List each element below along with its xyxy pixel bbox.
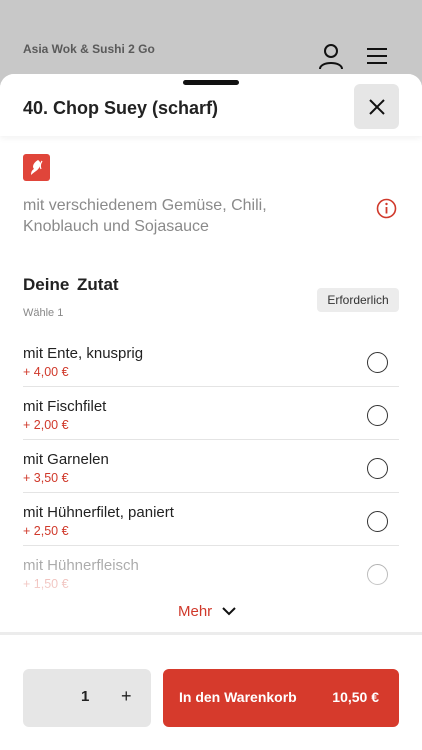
chevron-down-icon xyxy=(222,607,236,616)
list-item[interactable]: mit Garnelen + 3,50 € xyxy=(23,440,399,493)
required-badge: Erforderlich xyxy=(317,288,399,312)
option-name: mit Garnelen xyxy=(23,451,109,468)
dish-title: 40. Chop Suey (scharf) xyxy=(23,98,219,118)
divider xyxy=(0,632,422,646)
option-name: mit Fischfilet xyxy=(23,398,107,415)
list-item[interactable]: mit Fischfilet + 2,00 € xyxy=(23,387,399,440)
cart-total-price: 10,50 € xyxy=(332,689,379,705)
show-more-button[interactable]: Mehr xyxy=(178,603,236,620)
menu-icon[interactable] xyxy=(364,46,390,66)
sheet-grabber[interactable] xyxy=(183,80,239,85)
radio-button[interactable] xyxy=(367,511,388,532)
increase-quantity-button[interactable]: + xyxy=(121,686,132,707)
add-to-cart-button[interactable]: In den Warenkorb 10,50 € xyxy=(163,669,399,727)
list-item[interactable]: mit Hühnerfleisch + 1,50 € xyxy=(23,546,399,599)
option-price: + 2,00 € xyxy=(23,418,69,432)
spicy-badge xyxy=(23,154,50,181)
close-icon xyxy=(368,98,385,115)
user-icon[interactable] xyxy=(318,42,344,70)
footer-bar: 1 + In den Warenkorb 10,50 € xyxy=(0,659,422,750)
radio-button[interactable] xyxy=(367,458,388,479)
quantity-value: 1 xyxy=(81,688,90,705)
quantity-stepper[interactable]: 1 + xyxy=(23,669,151,727)
option-price: + 3,50 € xyxy=(23,471,69,485)
list-item[interactable]: mit Hühnerfilet, paniert + 2,50 € xyxy=(23,493,399,546)
option-price: + 4,00 € xyxy=(23,365,69,379)
option-group-title: Deine Zutat xyxy=(23,275,119,294)
list-item[interactable]: mit Ente, knusprig + 4,00 € xyxy=(23,334,399,387)
options-list: mit Ente, knusprig + 4,00 € mit Fischfil… xyxy=(23,334,399,600)
radio-button[interactable] xyxy=(367,564,388,585)
close-button[interactable] xyxy=(354,84,399,129)
option-name: mit Ente, knusprig xyxy=(23,345,144,362)
info-icon[interactable] xyxy=(376,198,397,219)
show-more-label: Mehr xyxy=(178,603,213,620)
restaurant-name: Asia Wok & Sushi 2 Go xyxy=(23,42,155,56)
option-name: mit Hühnerfleisch xyxy=(23,557,139,574)
add-to-cart-label: In den Warenkorb xyxy=(179,689,297,705)
dish-description: mit verschiedenem Gemüse, Chili, Knoblau… xyxy=(23,197,267,235)
radio-button[interactable] xyxy=(367,352,388,373)
radio-button[interactable] xyxy=(367,405,388,426)
option-name: mit Hühnerfilet, paniert xyxy=(23,504,174,521)
spicy-icon xyxy=(31,160,43,175)
option-price: + 1,50 € xyxy=(23,577,69,591)
option-group-subtitle: Wähle 1 xyxy=(23,307,64,319)
option-price: + 2,50 € xyxy=(23,524,69,538)
product-sheet: 40. Chop Suey (scharf) mit verschiedenem… xyxy=(0,74,422,750)
